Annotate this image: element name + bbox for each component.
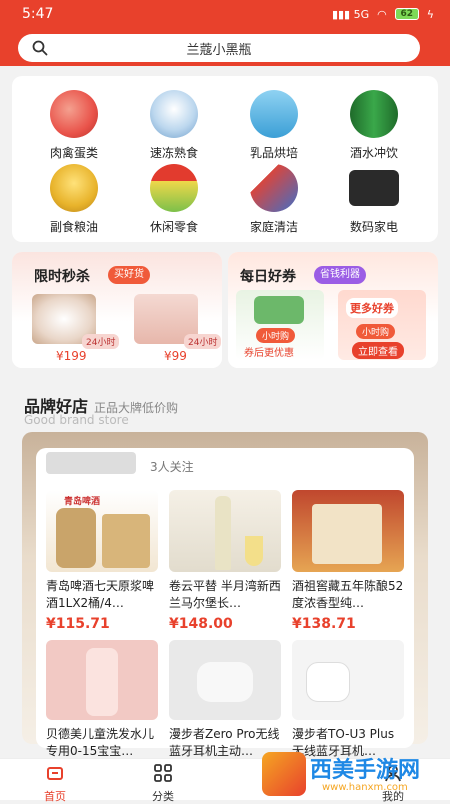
product-card[interactable]: 青岛啤酒 青岛啤酒七天原浆啤酒1LX2桶/4… ¥115.71 xyxy=(46,490,158,632)
brand-english-title: Good brand store xyxy=(24,413,129,427)
product-name: 青岛啤酒七天原浆啤酒1LX2桶/4… xyxy=(46,579,155,610)
brand-section-header: 品牌好店 正品大牌低价购 Good brand store xyxy=(24,393,178,427)
tab-label: 首页 xyxy=(44,790,66,803)
product-price: ¥148.00 xyxy=(169,616,233,632)
more-coupons[interactable]: 更多好券 小时购 立即查看 xyxy=(338,290,426,360)
gamepad-logo-icon xyxy=(262,752,306,796)
clock: 5:47 xyxy=(22,6,54,22)
beverage-icon xyxy=(350,90,398,138)
flash-sale-card[interactable]: 限时秒杀 买好货 24小时 ¥199 24小时 ¥99 xyxy=(12,252,222,368)
category-label: 数码家电 xyxy=(349,220,398,234)
category-appliance[interactable]: 数码家电 xyxy=(324,164,424,235)
header: 兰蔻小黑瓶 xyxy=(0,28,450,66)
flash-price: ¥199 xyxy=(56,349,87,363)
product-name: 卷云平替 半月湾新西兰马尔堡长… xyxy=(169,579,281,610)
meat-icon xyxy=(50,90,98,138)
daily-coupon-tag: 省钱利器 xyxy=(314,266,366,284)
vegetable-image xyxy=(254,296,304,324)
product-card[interactable]: 漫步者Zero Pro无线蓝牙耳机主动… xyxy=(169,640,281,760)
category-label: 家庭清洁 xyxy=(249,220,298,234)
product-card[interactable]: 酒祖窖藏五年陈酿52度浓香型纯… ¥138.71 xyxy=(292,490,404,632)
category-dairy[interactable]: 乳品烘培 xyxy=(224,90,324,161)
coupon-badge: 小时购 xyxy=(356,324,396,339)
product-image xyxy=(169,640,281,720)
coupon-badge: 小时购 xyxy=(256,328,296,343)
product-card[interactable]: 贝德美儿童洗发水儿专用0-15宝宝… xyxy=(46,640,158,760)
product-image xyxy=(169,490,281,572)
more-coupons-title: 更多好券 xyxy=(346,298,398,318)
product-image xyxy=(46,640,158,720)
cleaning-icon xyxy=(250,164,298,212)
tab-category[interactable]: 分类 xyxy=(128,763,198,804)
product-price: ¥115.71 xyxy=(46,616,110,632)
wifi-icon: ◠ xyxy=(377,7,387,21)
category-snack[interactable]: 休闲零食 xyxy=(124,164,224,235)
store-logo[interactable] xyxy=(46,452,136,474)
product-image xyxy=(292,490,404,572)
category-grid-icon xyxy=(154,764,172,782)
charging-icon: ϟ xyxy=(426,7,434,21)
category-label: 休闲零食 xyxy=(149,220,198,234)
flash-sale-title: 限时秒杀 xyxy=(34,269,90,285)
daily-coupon-title: 每日好券 xyxy=(240,269,296,285)
category-beverage[interactable]: 酒水冲饮 xyxy=(324,90,424,161)
dairy-icon xyxy=(250,90,298,138)
product-card[interactable]: 漫步者TO-U3 Plus无线蓝牙耳机… xyxy=(292,640,404,760)
watermark-url: www.hanxm.com xyxy=(322,782,408,793)
flash-price: ¥99 xyxy=(164,349,187,363)
search-input[interactable]: 兰蔻小黑瓶 xyxy=(18,39,420,58)
store-logo-text: 青岛啤酒 xyxy=(64,497,101,507)
category-label: 副食粮油 xyxy=(49,220,98,234)
product-name: 酒祖窖藏五年陈酿52度浓香型纯… xyxy=(292,579,404,610)
watermark-text: 西美手游网 xyxy=(310,758,421,783)
daily-coupon-card[interactable]: 每日好券 省钱利器 小时购 券后更优惠 更多好券 小时购 立即查看 xyxy=(228,252,438,368)
search-icon xyxy=(32,40,48,56)
product-price: ¥138.71 xyxy=(292,616,356,632)
oil-icon xyxy=(50,164,98,212)
product-card[interactable]: 卷云平替 半月湾新西兰马尔堡长… ¥148.00 xyxy=(169,490,281,632)
category-label: 乳品烘培 xyxy=(249,146,298,160)
status-bar: 5:47 ▮▮▮ 5G ◠ 62 ϟ xyxy=(0,0,450,28)
flash-badge: 24小时 xyxy=(184,334,222,349)
category-grid: 肉禽蛋类 速冻熟食 乳品烘培 酒水冲饮 副食粮油 休闲零食 家庭清洁 数码家电 xyxy=(12,76,438,242)
flash-badge: 24小时 xyxy=(82,334,120,349)
product-name: 贝德美儿童洗发水儿专用0-15宝宝… xyxy=(46,727,155,758)
category-meat[interactable]: 肉禽蛋类 xyxy=(24,90,124,161)
tab-home[interactable]: 首页 xyxy=(20,763,90,804)
search-box[interactable]: 兰蔻小黑瓶 xyxy=(18,34,420,62)
coupon-caption: 券后更优惠 xyxy=(244,348,294,359)
category-label: 速冻熟食 xyxy=(149,146,198,160)
tab-label: 分类 xyxy=(152,790,174,803)
appliance-icon xyxy=(349,170,399,206)
category-label: 肉禽蛋类 xyxy=(49,146,98,160)
category-frozen[interactable]: 速冻熟食 xyxy=(124,90,224,161)
watermark: 西美手游网 www.hanxm.com xyxy=(262,748,450,800)
product-image: 青岛啤酒 xyxy=(46,490,158,572)
battery-icon: 62 xyxy=(394,8,419,20)
coupon-item[interactable]: 小时购 券后更优惠 xyxy=(236,290,324,360)
home-icon xyxy=(47,767,63,780)
flash-sale-tag: 买好货 xyxy=(108,266,150,284)
frozen-food-icon xyxy=(150,90,198,138)
view-now-button[interactable]: 立即查看 xyxy=(352,342,404,359)
snack-icon xyxy=(150,164,198,212)
signal-icon: ▮▮▮ 5G xyxy=(331,7,370,21)
category-cleaning[interactable]: 家庭清洁 xyxy=(224,164,324,235)
product-image xyxy=(292,640,404,720)
category-oil[interactable]: 副食粮油 xyxy=(24,164,124,235)
follower-count: 3人关注 xyxy=(150,460,194,474)
category-label: 酒水冲饮 xyxy=(349,146,398,160)
